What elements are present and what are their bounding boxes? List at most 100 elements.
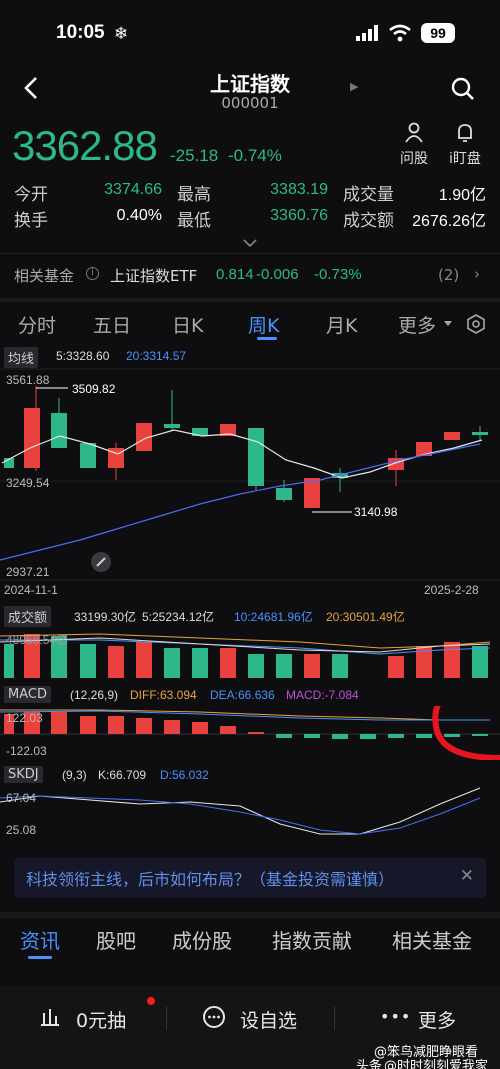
watch-button[interactable]: i盯盘 xyxy=(441,122,489,168)
lottery-button[interactable]: 0元抽 xyxy=(76,1006,126,1033)
volume-chart[interactable] xyxy=(0,628,500,680)
tab-five-day[interactable]: 五日 xyxy=(93,311,131,338)
volume-value: 33199.30亿 xyxy=(74,610,137,624)
volume-ma10: 10:24681.96亿 xyxy=(234,610,313,624)
current-price: 3362.88 xyxy=(12,122,158,169)
skdj-chart[interactable] xyxy=(0,784,500,844)
page-title: 上证指数 xyxy=(210,72,290,96)
skdj-label[interactable]: SKDJ xyxy=(4,766,43,783)
tab-constituents[interactable]: 成份股 xyxy=(172,925,232,954)
y-axis-min: 2937.21 xyxy=(6,565,50,579)
wifi-icon xyxy=(389,24,411,42)
skdj-d: D:56.032 xyxy=(160,768,209,782)
date-end: 2025-2-28 xyxy=(424,583,479,597)
ask-stock-button[interactable]: 问股 xyxy=(390,122,438,168)
candle xyxy=(444,432,460,440)
tab-related-funds[interactable]: 相关基金 xyxy=(392,925,472,954)
low-value: 3360.76 xyxy=(270,207,328,224)
status-bar: 10:05 ❄ 99 xyxy=(0,0,500,66)
amount-label: 成交额 xyxy=(343,211,394,231)
related-fund-label: 相关基金 xyxy=(14,267,75,285)
active-tab-underline xyxy=(257,337,277,340)
candle xyxy=(51,413,67,448)
banner-text: 科技领衔主线，后市如何布局？（基金投资需谨慎） xyxy=(26,870,395,889)
tab-index-contribution[interactable]: 指数贡献 xyxy=(272,925,352,954)
low-label: 最低 xyxy=(177,211,211,231)
candle xyxy=(472,432,488,435)
fund-change: -0.006 xyxy=(256,266,299,283)
draw-tool-icon[interactable] xyxy=(90,551,112,573)
tab-intraday[interactable]: 分时 xyxy=(18,311,56,338)
open-value: 3374.66 xyxy=(104,181,162,198)
volume-value: 1.90亿 xyxy=(438,187,486,204)
notification-dot xyxy=(147,997,155,1005)
fund-name: 上证指数ETF xyxy=(110,267,198,285)
snowflake-icon: ❄ xyxy=(114,24,129,44)
skdj-axis-bottom: 25.08 xyxy=(6,823,37,837)
ma20-line xyxy=(0,443,481,561)
chart-bars-icon xyxy=(41,1009,59,1026)
ma-label[interactable]: 均线 xyxy=(4,347,39,368)
macd-params: (12,26,9) xyxy=(70,688,119,702)
tab-daily-k[interactable]: 日K xyxy=(172,311,203,338)
skdj-k: K:66.709 xyxy=(98,768,147,782)
expand-chevron-icon[interactable] xyxy=(242,238,258,248)
macd-axis-top: 122.03 xyxy=(6,711,43,725)
turnover-label: 换手 xyxy=(14,211,48,231)
tab-monthly-k[interactable]: 月K xyxy=(326,311,357,338)
more-button[interactable]: 更多 xyxy=(418,1006,456,1033)
battery-indicator: 99 xyxy=(421,23,455,43)
person-icon xyxy=(405,122,423,143)
clock: 10:05 xyxy=(56,22,105,43)
turnover-value: 0.40% xyxy=(116,207,162,224)
dropdown-icon[interactable] xyxy=(444,321,452,326)
price-change-pct: -0.74% xyxy=(228,146,282,165)
open-label: 今开 xyxy=(14,185,48,205)
fund-count: (2) xyxy=(438,266,460,284)
info-icon[interactable]: i xyxy=(86,267,99,280)
candles xyxy=(4,386,488,508)
related-fund-row[interactable]: 相关基金 i 上证指数ETF 0.814 -0.006 -0.73% (2) › xyxy=(14,258,486,292)
low-marker: 3140.98 xyxy=(354,505,398,519)
ma5-value: 5:3328.60 xyxy=(56,349,110,363)
macd-axis-bottom: -122.03 xyxy=(6,744,47,758)
signal-icon xyxy=(356,25,378,41)
tab-more[interactable]: 更多 xyxy=(398,311,436,338)
hand-drawn-circle xyxy=(432,706,500,760)
price-change: -25.18 xyxy=(170,146,219,165)
watermark-line2: @时时刻刻爱我家 xyxy=(384,1059,489,1069)
high-marker: 3509.82 xyxy=(72,382,116,396)
tab-news[interactable]: 资讯 xyxy=(20,925,60,954)
candle xyxy=(80,443,96,468)
volume-axis-top: 48958.54亿 xyxy=(6,633,69,647)
candle xyxy=(164,424,180,428)
y-axis-mid: 3249.54 xyxy=(6,476,50,490)
tab-weekly-k[interactable]: 周K xyxy=(248,311,279,338)
tab-forum[interactable]: 股吧 xyxy=(96,925,136,954)
volume-indicator-label[interactable]: 成交额 xyxy=(4,606,52,627)
ma5-line xyxy=(1,429,483,479)
promo-banner[interactable]: 科技领衔主线，后市如何布局？（基金投资需谨慎） ✕ xyxy=(14,858,486,898)
y-axis-max: 3561.88 xyxy=(6,373,50,387)
chevron-right-icon[interactable]: ▶ xyxy=(350,80,358,93)
macd-diff: DIFF:63.094 xyxy=(130,688,197,702)
date-start: 2024-11-1 xyxy=(4,583,58,597)
macd-label[interactable]: MACD xyxy=(4,686,51,703)
amount-value: 2676.26亿 xyxy=(412,213,486,230)
settings-icon[interactable] xyxy=(465,313,487,335)
macd-chart[interactable] xyxy=(0,706,500,760)
chart-tabs: 分时 五日 日K 周K 月K 更多 xyxy=(0,305,500,343)
search-icon[interactable] xyxy=(450,76,476,102)
high-label: 最高 xyxy=(177,185,211,205)
ellipsis-icon: ••• xyxy=(380,1007,412,1026)
volume-label: 成交量 xyxy=(343,185,394,205)
skdj-params: (9,3) xyxy=(62,768,87,782)
add-watchlist-button[interactable]: 设自选 xyxy=(240,1006,297,1033)
candle xyxy=(276,488,292,500)
macd-dea: DEA:66.636 xyxy=(210,688,275,702)
volume-ma20: 20:30501.49亿 xyxy=(326,610,405,624)
high-value: 3383.19 xyxy=(270,181,328,198)
kline-chart[interactable] xyxy=(0,368,500,598)
candle xyxy=(248,428,264,486)
close-icon[interactable]: ✕ xyxy=(460,866,474,886)
